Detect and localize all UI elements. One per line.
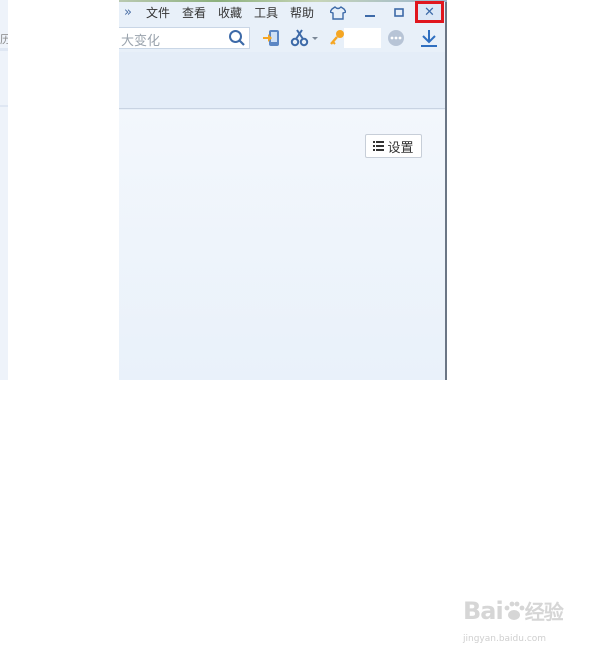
key-icon[interactable] xyxy=(329,28,345,48)
browser-left-blank-panel xyxy=(8,0,119,380)
menu-file[interactable]: 文件 xyxy=(146,5,170,21)
key-input-field[interactable] xyxy=(344,28,381,48)
more-icon[interactable] xyxy=(387,29,405,47)
close-button[interactable]: ✕ xyxy=(415,1,444,23)
phone-transfer-icon[interactable] xyxy=(262,28,282,48)
paw-icon xyxy=(504,601,525,620)
watermark-url: jingyan.baidu.com xyxy=(463,634,547,644)
list-icon xyxy=(373,141,385,151)
menu-tools[interactable]: 工具 xyxy=(254,5,278,21)
settings-label: 设置 xyxy=(387,140,414,156)
menu-help[interactable]: 帮助 xyxy=(290,5,314,21)
settings-button[interactable]: 设置 xyxy=(365,134,422,158)
tab-header-area xyxy=(119,52,445,109)
watermark-brand: Bai xyxy=(463,597,504,625)
menu-view[interactable]: 查看 xyxy=(182,5,206,21)
skin-shirt-icon[interactable] xyxy=(329,4,347,22)
window-top-accent xyxy=(119,0,447,2)
menu-favorites[interactable]: 收藏 xyxy=(218,5,242,21)
search-input-text: 大变化 xyxy=(121,34,161,49)
close-icon: ✕ xyxy=(424,4,435,20)
baidu-jingyan-watermark: Bai 经验 xyxy=(463,596,564,625)
menu-more-button[interactable]: » xyxy=(124,5,132,20)
download-icon[interactable] xyxy=(419,28,439,48)
minimize-button[interactable] xyxy=(361,4,379,22)
maximize-button[interactable] xyxy=(390,4,408,22)
search-icon[interactable] xyxy=(228,29,246,47)
watermark-brand-2: 经验 xyxy=(524,600,564,624)
scissors-icon[interactable] xyxy=(290,28,320,48)
